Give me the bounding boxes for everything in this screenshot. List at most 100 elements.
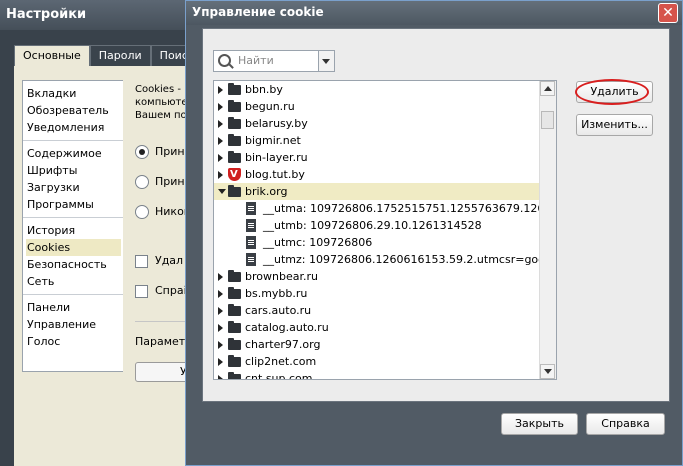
sidebar-item-cookies[interactable]: Cookies (26, 239, 121, 256)
site-row[interactable]: brik.org (214, 183, 556, 200)
expand-arrow-icon[interactable] (218, 171, 223, 179)
folder-icon (228, 304, 241, 316)
sidebar-item-programs[interactable]: Программы (26, 196, 121, 213)
tree-row-label: brownbear.ru (245, 270, 318, 283)
chevron-down-icon[interactable] (318, 51, 334, 71)
vertical-scrollbar[interactable] (539, 81, 556, 379)
expand-arrow-icon[interactable] (218, 324, 223, 332)
delete-on-exit-checkbox[interactable] (135, 255, 148, 268)
folder-icon (228, 83, 241, 95)
site-row[interactable]: bin-layer.ru (214, 149, 556, 166)
cookie-item[interactable]: __utmc: 109726806 (214, 234, 556, 251)
sidebar-group: Вкладки Обозреватель Уведомления (23, 81, 124, 141)
close-icon[interactable]: ✕ (658, 3, 678, 23)
radio-never[interactable] (135, 205, 149, 219)
expand-arrow-icon[interactable] (218, 290, 223, 298)
cookie-item[interactable]: __utmz: 109726806.1260616153.59.2.utmcsr… (214, 251, 556, 268)
tree-row-label: brik.org (245, 185, 288, 198)
sidebar-item-management[interactable]: Управление (26, 316, 121, 333)
sidebar-item-network[interactable]: Сеть (26, 273, 121, 290)
cookie-item[interactable]: __utma: 109726806.1752515751.1255763679.… (214, 200, 556, 217)
expand-arrow-icon[interactable] (218, 341, 223, 349)
settings-title: Настройки (6, 7, 87, 22)
sidebar-item-fonts[interactable]: Шрифты (26, 162, 121, 179)
tree-row-label: bin-layer.ru (245, 151, 308, 164)
expand-arrow-icon[interactable] (218, 137, 223, 145)
search-icon (218, 54, 231, 67)
sidebar-group: История Cookies Безопасность Сеть (23, 218, 124, 295)
expand-arrow-icon[interactable] (218, 273, 223, 281)
expand-arrow-icon[interactable] (218, 120, 223, 128)
site-row[interactable]: catalog.auto.ru (214, 319, 556, 336)
site-row[interactable]: brownbear.ru (214, 268, 556, 285)
tab-passwords[interactable]: Пароли (89, 45, 151, 67)
sidebar-item-downloads[interactable]: Загрузки (26, 179, 121, 196)
dialog-title: Управление cookie (192, 5, 324, 19)
scroll-up-icon[interactable] (540, 81, 555, 96)
site-row[interactable]: bs.mybb.ru (214, 285, 556, 302)
sidebar-item-notifications[interactable]: Уведомления (26, 119, 121, 136)
radio-accept-visited[interactable] (135, 175, 149, 189)
sidebar-item-browser[interactable]: Обозреватель (26, 102, 121, 119)
edit-button[interactable]: Изменить... (576, 114, 653, 136)
checkbox-label: Удал (155, 254, 184, 267)
params-label: Параметр (135, 335, 193, 348)
cookie-file-icon (246, 236, 256, 249)
tree-row-label: catalog.auto.ru (245, 321, 329, 334)
site-row[interactable]: bbn.by (214, 81, 556, 98)
cookies-description: Cookies - : компьюте Вашем по (135, 83, 188, 122)
radio-accept-all[interactable] (135, 145, 149, 159)
manage-cookies-button[interactable]: У (135, 362, 192, 382)
close-button[interactable]: Закрыть (501, 413, 578, 435)
site-row[interactable]: cars.auto.ru (214, 302, 556, 319)
collapse-arrow-icon[interactable] (218, 189, 226, 194)
separator (135, 321, 190, 322)
folder-icon (228, 355, 241, 367)
tree-row-label: __utmb: 109726806.29.10.1261314528 (263, 219, 482, 232)
shield-icon (228, 166, 241, 183)
expand-arrow-icon[interactable] (218, 103, 223, 111)
settings-tabs: Основные Пароли Поиск (14, 45, 204, 67)
sidebar-item-security[interactable]: Безопасность (26, 256, 121, 273)
search-placeholder: Найти (238, 54, 274, 67)
expand-arrow-icon[interactable] (218, 154, 223, 162)
expand-arrow-icon[interactable] (218, 358, 223, 366)
site-row[interactable]: clip2net.com (214, 353, 556, 370)
site-row[interactable]: cnt.sup.com (214, 370, 556, 380)
settings-sidebar: Вкладки Обозреватель Уведомления Содержи… (22, 80, 125, 372)
tab-basic[interactable]: Основные (14, 45, 90, 67)
sidebar-item-panels[interactable]: Панели (26, 299, 121, 316)
cookie-file-icon (246, 253, 256, 266)
sidebar-item-tabs[interactable]: Вкладки (26, 85, 121, 102)
scroll-down-icon[interactable] (540, 364, 555, 379)
dialog-body: Найти bbn.by begun.ru belarusy.by bigmir.ne… (202, 28, 670, 402)
expand-arrow-icon[interactable] (218, 86, 223, 94)
tree-row-label: clip2net.com (245, 355, 317, 368)
site-row[interactable]: charter97.org (214, 336, 556, 353)
site-row[interactable]: bigmir.net (214, 132, 556, 149)
expand-arrow-icon[interactable] (218, 307, 223, 315)
site-row[interactable]: blog.tut.by (214, 166, 556, 183)
delete-button[interactable]: Удалить (576, 81, 653, 103)
scroll-thumb[interactable] (541, 111, 554, 129)
description-line: Cookies - : (135, 84, 188, 95)
dialog-titlebar: Управление cookie ✕ (186, 1, 682, 25)
cookie-file-icon (246, 202, 256, 215)
folder-icon (228, 270, 241, 282)
ask-checkbox[interactable] (135, 285, 148, 298)
site-row[interactable]: belarusy.by (214, 115, 556, 132)
tree-row-label: cnt.sup.com (245, 372, 313, 380)
site-row[interactable]: begun.ru (214, 98, 556, 115)
folder-icon (228, 372, 241, 379)
cookie-item[interactable]: __utmb: 109726806.29.10.1261314528 (214, 217, 556, 234)
cookie-file-icon (246, 219, 256, 232)
help-button[interactable]: Справка (586, 413, 665, 435)
tree-row-label: __utmz: 109726806.1260616153.59.2.utmcsr… (263, 253, 557, 266)
search-input[interactable]: Найти (213, 50, 335, 72)
cookie-tree[interactable]: bbn.by begun.ru belarusy.by bigmir.net bin-l… (213, 80, 557, 380)
sidebar-item-history[interactable]: История (26, 222, 121, 239)
expand-arrow-icon[interactable] (218, 375, 223, 379)
folder-icon (228, 151, 241, 163)
sidebar-item-content[interactable]: Содержимое (26, 145, 121, 162)
sidebar-item-voice[interactable]: Голос (26, 333, 121, 350)
